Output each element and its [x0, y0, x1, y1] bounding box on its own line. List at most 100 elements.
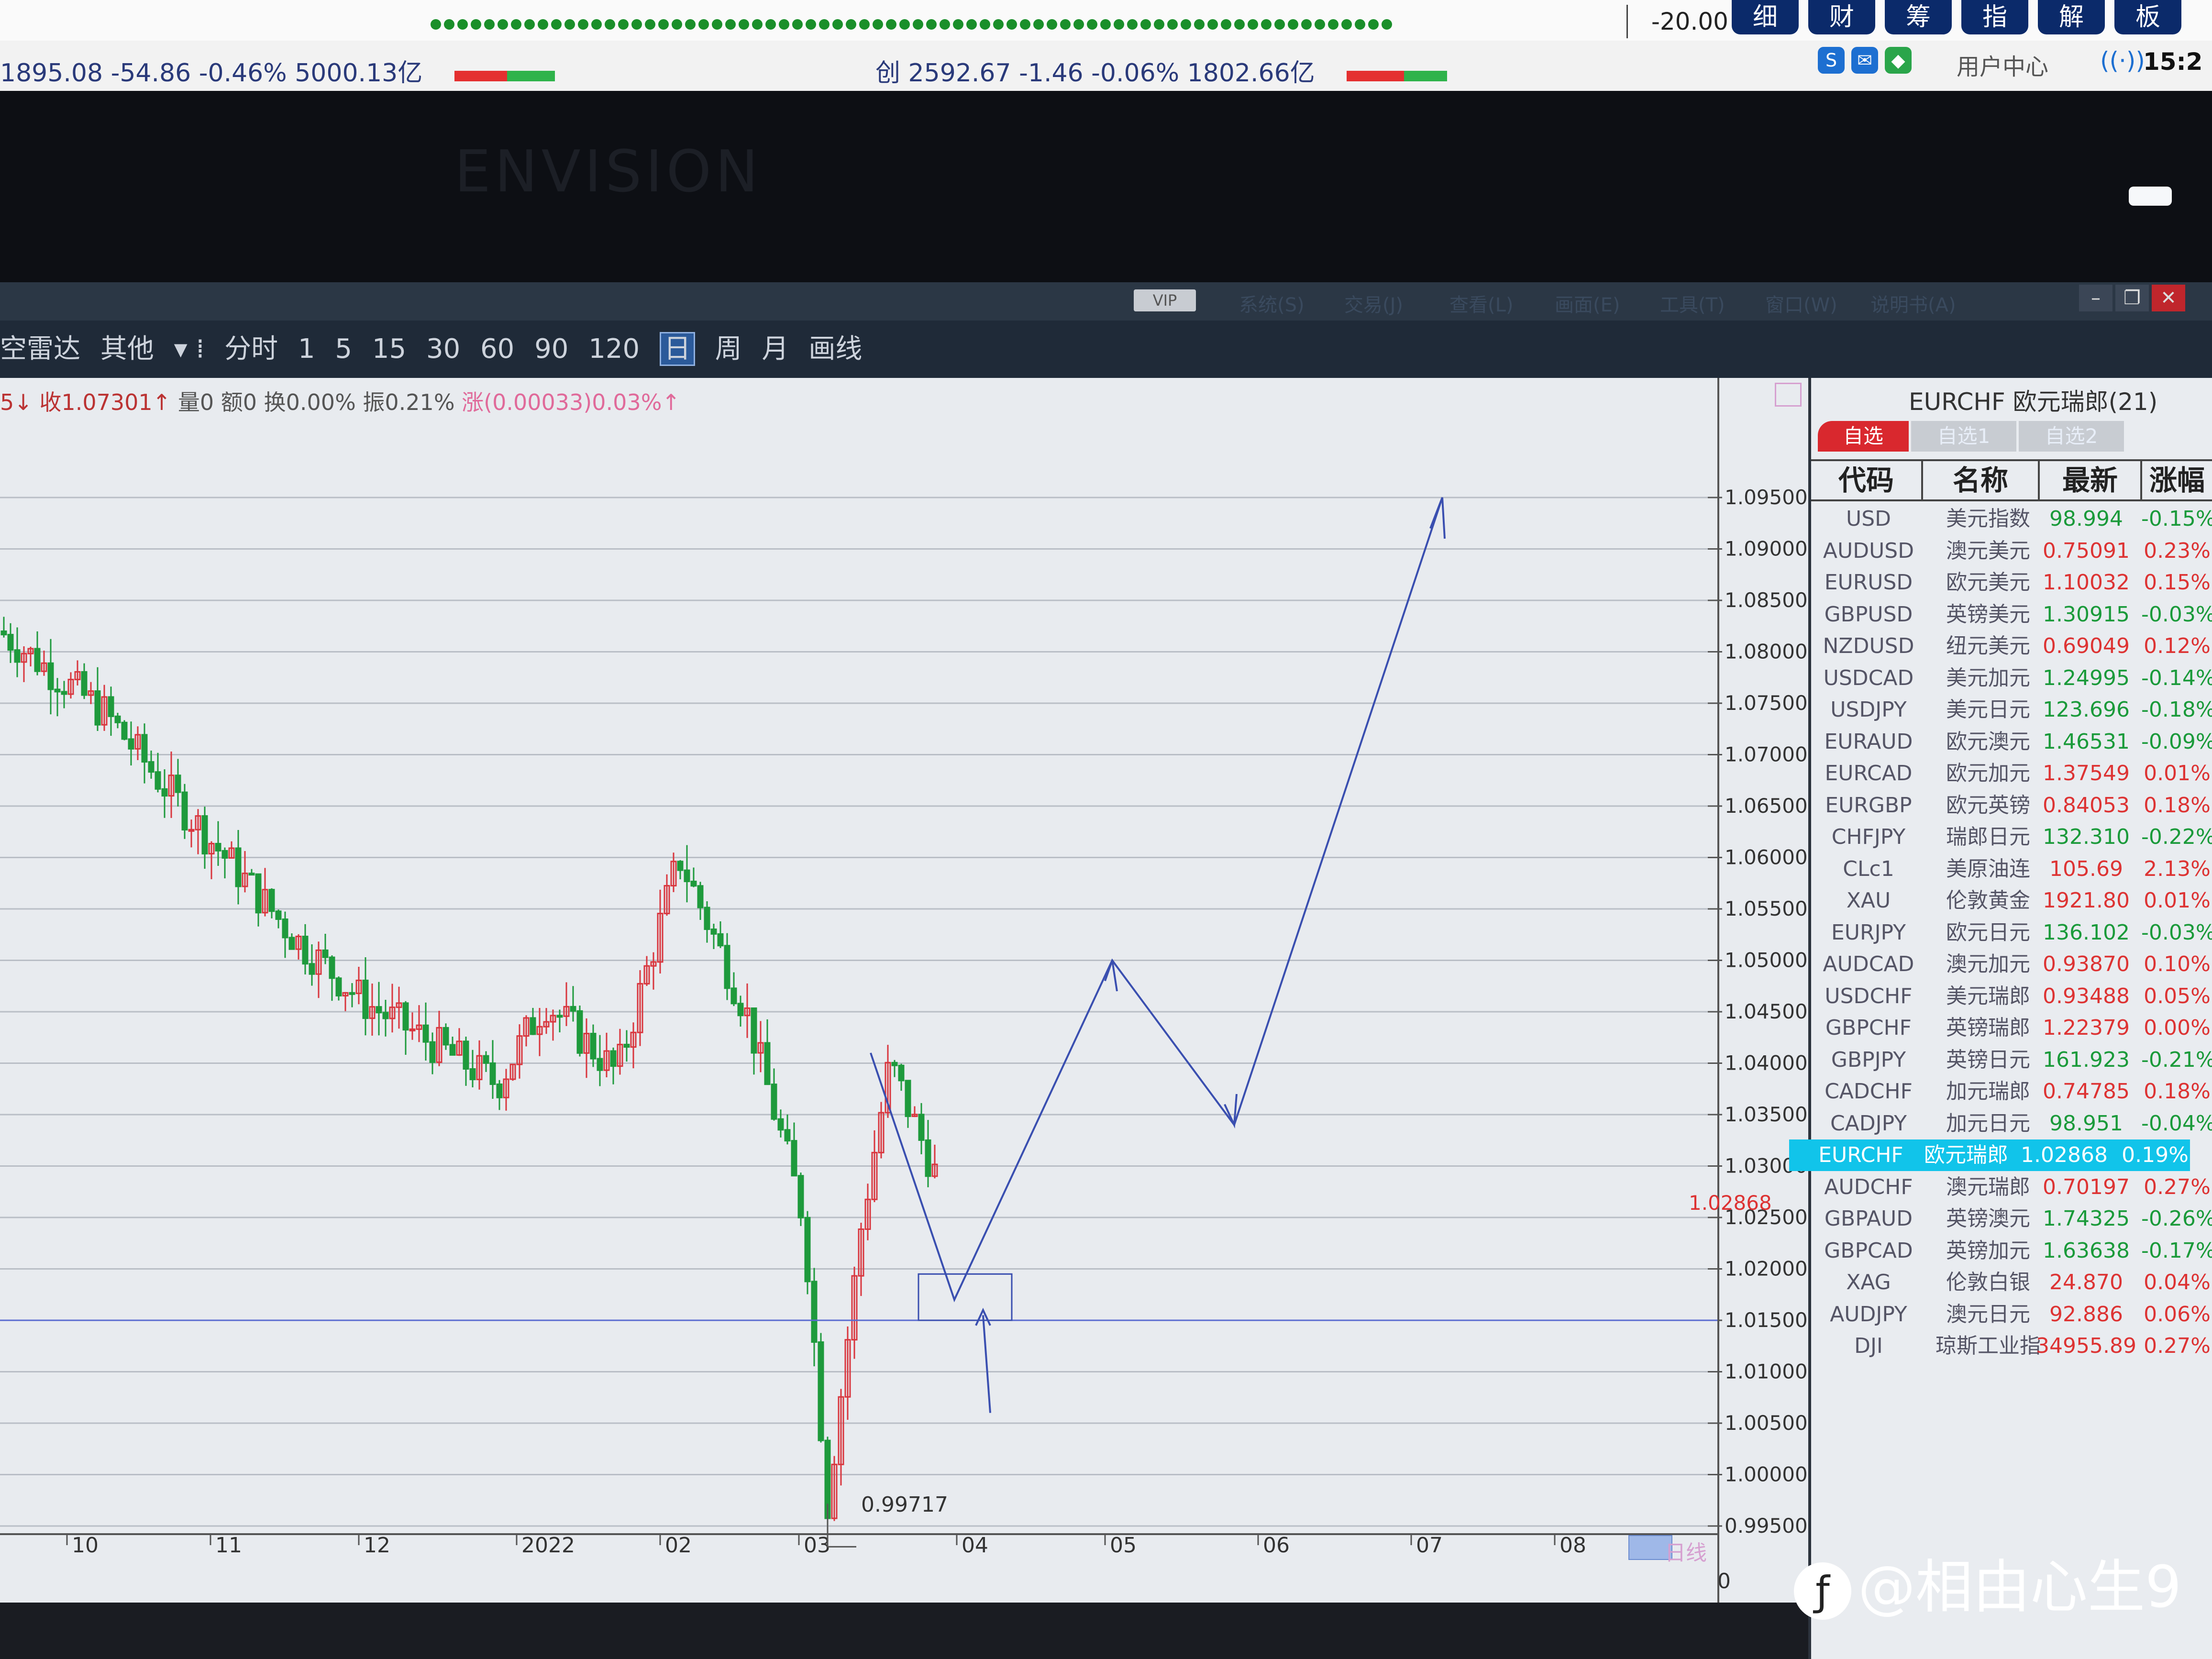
menu-view[interactable]: 查看(L) — [1449, 289, 1514, 317]
period-5[interactable]: 5 — [335, 333, 352, 365]
quote-row[interactable]: EURJPY 欧元日元 136.102 -0.03% — [1811, 917, 2212, 949]
quote-cell-name: 欧元日元 — [1946, 920, 2030, 945]
menu-manual[interactable]: 说明书(A) — [1870, 289, 1956, 317]
x-tick-label: 11 — [215, 1533, 242, 1558]
menu-window[interactable]: 窗口(W) — [1765, 289, 1837, 317]
quote-row[interactable]: XAG 伦敦白银 24.870 0.04% — [1811, 1267, 2212, 1298]
tab-finance[interactable]: 财 — [1808, 0, 1875, 34]
tab-chips[interactable]: 筹 — [1885, 0, 1952, 34]
period-90[interactable]: 90 — [534, 333, 568, 365]
quote-row[interactable]: GBPAUD 英镑澳元 1.74325 -0.26% — [1811, 1203, 2212, 1235]
quote-cell-chg: -0.26% — [2141, 1206, 2212, 1231]
col-code[interactable]: 代码 — [1811, 461, 1923, 499]
indicator-dot — [1328, 19, 1338, 30]
period-day[interactable]: 日 — [659, 332, 695, 366]
quote-row[interactable]: CLc1 美原油连 105.69 2.13% — [1811, 853, 2212, 885]
quote-cell-code: EURJPY — [1831, 920, 1906, 945]
period-intraday[interactable]: 分时 — [224, 333, 278, 365]
user-center-link[interactable]: 用户中心 — [1957, 48, 2048, 81]
period-week[interactable]: 周 — [715, 333, 742, 365]
close-icon[interactable]: ✕ — [2152, 285, 2185, 311]
quote-row[interactable]: EURUSD 欧元美元 1.10032 0.15% — [1811, 567, 2212, 598]
quote-row[interactable]: GBPJPY 英镑日元 161.923 -0.21% — [1811, 1044, 2212, 1076]
service-s-icon[interactable]: S — [1818, 47, 1845, 74]
quote-row[interactable]: USDCAD 美元加元 1.24995 -0.14% — [1811, 663, 2212, 694]
menu-screen[interactable]: 画面(E) — [1555, 289, 1620, 317]
quote-cell-code: USDCHF — [1825, 984, 1913, 1008]
x-tick-label: 10 — [72, 1533, 99, 1558]
quote-row[interactable]: CHFJPY 瑞郎日元 132.310 -0.22% — [1811, 821, 2212, 853]
menu-trade[interactable]: 交易(J) — [1344, 289, 1403, 317]
quote-row[interactable]: USDCHF 美元瑞郎 0.93488 0.05% — [1811, 981, 2212, 1012]
indicator-dot — [498, 19, 508, 30]
radar-button[interactable]: 空雷达 — [0, 333, 80, 365]
service-chat-icon[interactable]: ✉ — [1851, 47, 1878, 74]
other-dropdown[interactable]: 其他 — [100, 333, 154, 365]
menu-tools[interactable]: 工具(T) — [1660, 289, 1725, 317]
quote-cell-code: USD — [1846, 507, 1891, 531]
candle-body — [248, 873, 255, 876]
tab-explain[interactable]: 解 — [2038, 0, 2105, 34]
tab-detail[interactable]: 细 — [1732, 0, 1799, 34]
quote-cell-last: 1.30915 — [2043, 602, 2130, 627]
period-120[interactable]: 120 — [588, 333, 640, 365]
quote-cell-name: 英镑美元 — [1946, 602, 2030, 627]
quote-cell-last: 1.37549 — [2043, 761, 2130, 785]
tab-watchlist-1[interactable]: 自选1 — [1911, 421, 2016, 452]
candle-body — [201, 815, 208, 855]
period-15[interactable]: 15 — [372, 333, 406, 365]
candle-body — [0, 630, 7, 636]
period-60[interactable]: 60 — [480, 333, 514, 365]
col-name[interactable]: 名称 — [1923, 461, 2040, 499]
quote-cell-name: 澳元美元 — [1946, 538, 2030, 563]
chevron-down-icon[interactable]: ▾ ⁞ — [174, 333, 205, 365]
quote-row[interactable]: EURCAD 欧元加元 1.37549 0.01% — [1811, 758, 2212, 789]
tab-watchlist[interactable]: 自选 — [1818, 421, 1909, 452]
tab-watchlist-2[interactable]: 自选2 — [2019, 421, 2124, 452]
quote-row[interactable]: GBPCAD 英镑加元 1.63638 -0.17% — [1811, 1235, 2212, 1267]
service-diamond-icon[interactable]: ◆ — [1885, 47, 1912, 74]
quote-row[interactable]: AUDCAD 澳元加元 0.93870 0.10% — [1811, 949, 2212, 980]
quote-row[interactable]: NZDUSD 纽元美元 0.69049 0.12% — [1811, 630, 2212, 662]
last-price-label: 1.02868 — [1689, 1191, 1772, 1215]
period-month[interactable]: 月 — [762, 333, 789, 365]
quote-cell-code: AUDCAD — [1823, 952, 1914, 976]
quote-row[interactable]: DJI 琼斯工业指 34955.89 0.27% — [1811, 1330, 2212, 1362]
candle-body — [717, 933, 724, 947]
tab-index[interactable]: 指 — [1961, 0, 2028, 34]
vip-badge[interactable]: VIP — [1134, 289, 1196, 311]
draw-line-button[interactable]: 画线 — [808, 333, 862, 365]
candle-body — [463, 1040, 469, 1070]
period-30[interactable]: 30 — [426, 333, 460, 365]
quote-row[interactable]: AUDUSD 澳元美元 0.75091 0.23% — [1811, 535, 2212, 567]
candle-body — [14, 649, 21, 663]
menu-system[interactable]: 系统(S) — [1239, 289, 1305, 317]
quote-row[interactable]: CADCHF 加元瑞郎 0.74785 0.18% — [1811, 1076, 2212, 1107]
indicator-dot — [1167, 19, 1178, 30]
quote-row[interactable]: USD 美元指数 98.994 -0.15% — [1811, 503, 2212, 535]
quote-row[interactable]: CADJPY 加元日元 98.951 -0.04% — [1811, 1108, 2212, 1139]
period-1[interactable]: 1 — [298, 333, 315, 365]
quote-row[interactable]: EURAUD 欧元澳元 1.46531 -0.09% — [1811, 726, 2212, 758]
quote-row[interactable]: XAU 伦敦黄金 1921.80 0.01% — [1811, 885, 2212, 917]
candle-body — [108, 696, 114, 717]
candle-body — [556, 1015, 563, 1018]
quote-row[interactable]: USDJPY 美元日元 123.696 -0.18% — [1811, 694, 2212, 726]
tab-sector[interactable]: 板 — [2114, 0, 2181, 34]
restore-icon[interactable]: ❐ — [2115, 285, 2149, 311]
quote-row[interactable]: GBPCHF 英镑瑞郎 1.22379 0.00% — [1811, 1012, 2212, 1044]
quote-row[interactable]: EURGBP 欧元英镑 0.84053 0.18% — [1811, 790, 2212, 821]
quote-cell-code: GBPAUD — [1824, 1206, 1913, 1231]
quote-cell-chg: 0.01% — [2144, 888, 2211, 913]
candle-body — [737, 1003, 744, 1017]
col-last[interactable]: 最新 — [2040, 461, 2142, 499]
quote-row[interactable]: GBPUSD 英镑美元 1.30915 -0.03% — [1811, 599, 2212, 630]
indicator-dot — [752, 19, 763, 30]
quote-row[interactable]: AUDJPY 澳元日元 92.886 0.06% — [1811, 1299, 2212, 1330]
quote-row[interactable]: EURCHF 欧元瑞郎 1.02868 0.19% — [1789, 1139, 2190, 1171]
quote-row[interactable]: AUDCHF 澳元瑞郎 0.70197 0.27% — [1811, 1172, 2212, 1203]
quote-cell-name: 澳元日元 — [1946, 1302, 2030, 1327]
minimize-icon[interactable]: – — [2079, 285, 2112, 311]
candle-body — [623, 1043, 630, 1048]
col-change[interactable]: 涨幅 — [2142, 461, 2212, 499]
